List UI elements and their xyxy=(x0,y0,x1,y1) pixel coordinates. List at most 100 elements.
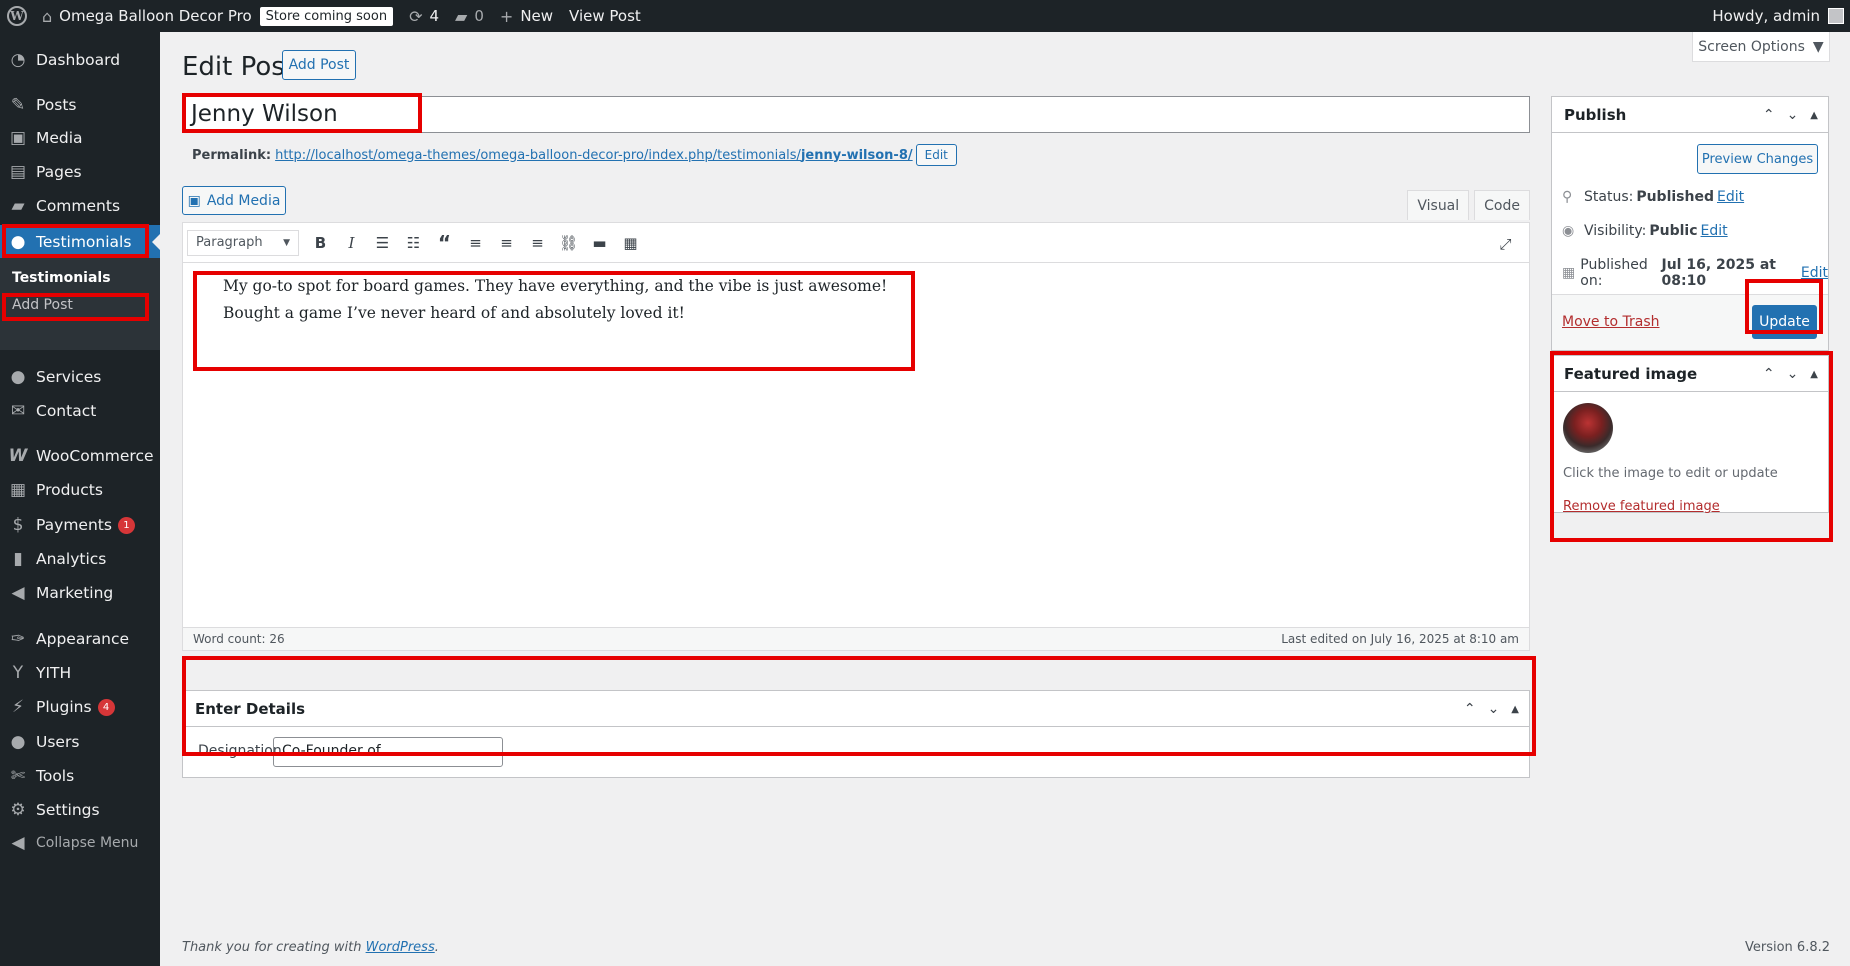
tab-code[interactable]: Code xyxy=(1474,190,1530,220)
user-icon: ● xyxy=(10,232,26,252)
status-edit-link[interactable]: Edit xyxy=(1717,189,1744,205)
menu-yith[interactable]: Y YITH xyxy=(0,656,160,690)
menu-services[interactable]: ● Services xyxy=(0,360,160,394)
italic-icon[interactable]: I xyxy=(336,228,367,258)
store-coming-soon-badge[interactable]: Store coming soon xyxy=(259,6,394,26)
footer-version: Version 6.8.2 xyxy=(1744,940,1830,955)
dashboard-icon: ◔ xyxy=(10,50,26,70)
avatar xyxy=(1828,8,1844,24)
numbered-list-icon[interactable]: ☷ xyxy=(398,228,429,258)
menu-tools[interactable]: ✄ Tools xyxy=(0,759,160,793)
published-edit-link[interactable]: Edit xyxy=(1801,265,1828,281)
bold-icon[interactable]: B xyxy=(305,228,336,258)
move-up-icon[interactable]: ⌃ xyxy=(1464,701,1476,717)
permalink-slug: jenny-wilson-8/ xyxy=(800,147,913,163)
menu-label: Posts xyxy=(36,96,77,114)
toggle-panel-icon[interactable]: ▲ xyxy=(1810,369,1818,380)
new-content-link[interactable]: + New xyxy=(492,0,561,32)
screen-options-label: Screen Options xyxy=(1698,38,1805,55)
submenu-add-post[interactable]: Add Post xyxy=(12,297,73,313)
add-media-label: Add Media xyxy=(206,192,281,209)
permalink-edit-button[interactable]: Edit xyxy=(915,144,957,166)
bullet-list-icon[interactable]: ☰ xyxy=(367,228,398,258)
chart-icon: ▮ xyxy=(13,549,23,569)
move-to-trash-link[interactable]: Move to Trash xyxy=(1562,314,1660,330)
post-title-input[interactable]: Jenny Wilson xyxy=(182,96,1530,133)
move-up-icon[interactable]: ⌃ xyxy=(1763,107,1775,123)
site-name-link[interactable]: ⌂ Omega Balloon Decor Pro Store coming s… xyxy=(34,0,401,32)
main-content: Screen Options ▼ Edit Post Add Post Jenn… xyxy=(160,32,1850,966)
wordpress-logo-icon[interactable]: W xyxy=(0,0,34,32)
menu-settings[interactable]: ⚙ Settings xyxy=(0,793,160,827)
menu-marketing[interactable]: ◀ Marketing xyxy=(0,576,160,610)
editor-body[interactable]: My go-to spot for board games. They have… xyxy=(223,273,887,327)
menu-analytics[interactable]: ▮ Analytics xyxy=(0,542,160,576)
menu-appearance[interactable]: ✑ Appearance xyxy=(0,622,160,656)
read-more-icon[interactable]: ▬ xyxy=(584,228,615,258)
align-right-icon[interactable]: ≡ xyxy=(522,228,553,258)
blockquote-icon[interactable]: “ xyxy=(429,228,460,258)
menu-comments[interactable]: ▰ Comments xyxy=(0,189,160,223)
collapse-menu-button[interactable]: ◀ Collapse Menu xyxy=(0,826,160,860)
move-down-icon[interactable]: ⌄ xyxy=(1787,107,1799,123)
eye-icon: ◉ xyxy=(1562,223,1575,239)
menu-users[interactable]: ● Users xyxy=(0,725,160,759)
permalink-link[interactable]: http://localhost/omega-themes/omega-ball… xyxy=(275,148,913,163)
move-down-icon[interactable]: ⌄ xyxy=(1787,366,1799,382)
menu-label: Services xyxy=(36,368,102,386)
menu-dashboard[interactable]: ◔ Dashboard xyxy=(0,43,160,77)
tab-visual[interactable]: Visual xyxy=(1407,190,1470,220)
toolbar-toggle-icon[interactable]: ▦ xyxy=(615,228,646,258)
fullscreen-icon[interactable]: ⤢ xyxy=(1490,229,1521,259)
move-up-icon[interactable]: ⌃ xyxy=(1763,366,1775,382)
menu-posts[interactable]: ✎ Posts xyxy=(0,88,160,122)
view-post-link[interactable]: View Post xyxy=(561,0,649,32)
menu-plugins[interactable]: ⚡ Plugins 4 xyxy=(0,690,160,724)
my-account[interactable]: Howdy, admin xyxy=(1712,0,1850,32)
toggle-panel-icon[interactable]: ▲ xyxy=(1511,704,1519,715)
admin-sidebar: ◔ Dashboard ✎ Posts ▣ Media ▤ Pages ▰ Comment… xyxy=(0,32,160,966)
menu-testimonials[interactable]: ● Testimonials xyxy=(0,225,160,259)
wordpress-link[interactable]: WordPress xyxy=(366,940,435,955)
menu-contact[interactable]: ✉ Contact xyxy=(0,394,160,428)
megaphone-icon: ◀ xyxy=(11,583,25,603)
add-post-button[interactable]: Add Post xyxy=(282,50,356,80)
updates-link[interactable]: ⟳ 4 xyxy=(401,0,447,32)
published-label: Published on: xyxy=(1580,257,1648,289)
menu-pages[interactable]: ▤ Pages xyxy=(0,155,160,189)
align-left-icon[interactable]: ≡ xyxy=(460,228,491,258)
format-select-value: Paragraph xyxy=(196,235,263,250)
link-icon[interactable]: ⛓ xyxy=(553,228,584,258)
collapse-label: Collapse Menu xyxy=(36,835,139,851)
menu-woocommerce[interactable]: W WooCommerce xyxy=(0,439,160,473)
content-paragraph: My go-to spot for board games. They have… xyxy=(223,277,888,295)
status-value: Published xyxy=(1636,189,1714,205)
align-center-icon[interactable]: ≡ xyxy=(491,228,522,258)
move-down-icon[interactable]: ⌄ xyxy=(1488,701,1500,717)
publish-actions: Move to Trash Update xyxy=(1552,294,1828,350)
submenu-title[interactable]: Testimonials xyxy=(12,270,111,286)
menu-media[interactable]: ▣ Media xyxy=(0,121,160,155)
visibility-edit-link[interactable]: Edit xyxy=(1701,223,1728,239)
preview-changes-button[interactable]: Preview Changes xyxy=(1697,144,1818,174)
menu-label: Analytics xyxy=(36,550,107,568)
enter-details-title[interactable]: Enter Details xyxy=(183,691,1529,727)
comments-link[interactable]: ▰ 0 xyxy=(447,0,492,32)
menu-products[interactable]: ▦ Products xyxy=(0,473,160,507)
permalink-label: Permalink: xyxy=(192,147,272,163)
woo-icon: W xyxy=(8,446,28,466)
plugins-badge: 4 xyxy=(97,698,115,716)
site-name: Omega Balloon Decor Pro xyxy=(59,7,252,25)
menu-label: Comments xyxy=(36,197,121,215)
menu-label: Testimonials xyxy=(36,233,132,251)
toggle-panel-icon[interactable]: ▲ xyxy=(1810,110,1818,121)
update-button[interactable]: Update xyxy=(1752,305,1817,339)
featured-image-thumbnail[interactable] xyxy=(1563,403,1613,453)
pin-icon: ✎ xyxy=(10,95,26,115)
menu-payments[interactable]: $ Payments 1 xyxy=(0,508,160,542)
format-select[interactable]: Paragraph ▼ xyxy=(187,229,299,256)
designation-input[interactable]: Co-Founder of xyxy=(273,737,503,767)
add-media-button[interactable]: ▣ Add Media xyxy=(182,186,286,215)
screen-options-button[interactable]: Screen Options ▼ xyxy=(1692,32,1830,62)
remove-featured-image-link[interactable]: Remove featured image xyxy=(1563,499,1720,514)
